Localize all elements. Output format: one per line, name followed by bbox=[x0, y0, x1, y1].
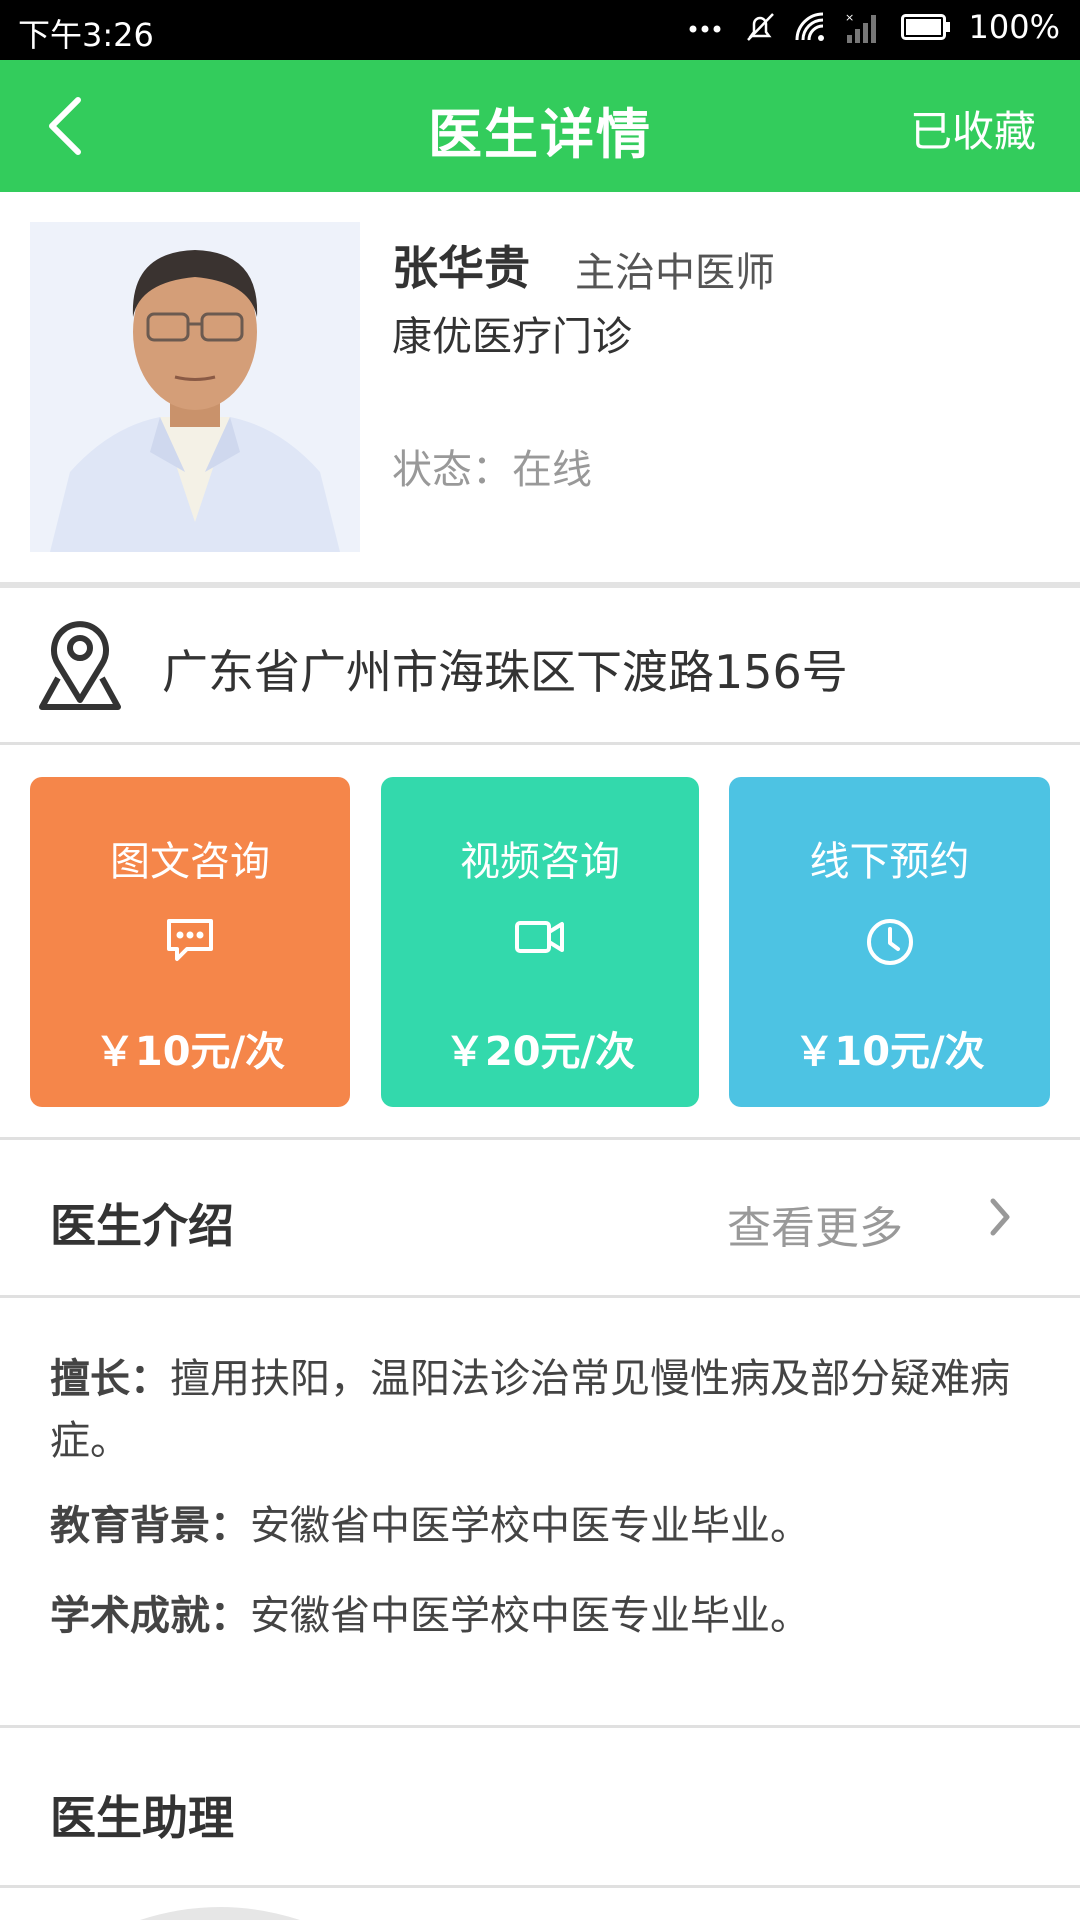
section-title-intro: 医生介绍 bbox=[50, 1199, 234, 1253]
specialty-label: 擅长： bbox=[50, 1356, 170, 1402]
mute-icon bbox=[746, 13, 774, 41]
education-text: 安徽省中医学校中医专业毕业。 bbox=[250, 1503, 810, 1549]
service-label: 图文咨询 bbox=[110, 839, 270, 885]
service-card-video-consult[interactable]: 视频咨询 ￥20元/次 bbox=[381, 777, 699, 1107]
wifi-icon bbox=[795, 12, 824, 41]
more-dots-icon bbox=[689, 25, 721, 33]
service-price: ￥10元/次 bbox=[794, 1029, 985, 1075]
specialty-text: 擅用扶阳，温阳法诊治常见慢性病及部分疑难病症。 bbox=[50, 1356, 1010, 1464]
favorite-button[interactable]: 已收藏 bbox=[910, 98, 1036, 159]
divider bbox=[0, 1885, 1080, 1888]
signal-icon: × bbox=[845, 11, 876, 43]
doctor-card: 张华贵 主治中医师 康优医疗门诊 状态：在线 bbox=[0, 192, 1080, 582]
video-icon bbox=[515, 921, 564, 953]
service-card-text-consult[interactable]: 图文咨询 ￥10元/次 bbox=[30, 777, 350, 1107]
status-time: 下午3:26 bbox=[18, 16, 154, 54]
doctor-name: 张华贵 bbox=[392, 241, 530, 295]
achievement-label: 学术成就： bbox=[50, 1593, 250, 1639]
achievement-paragraph: 学术成就：安徽省中医学校中医专业毕业。 bbox=[50, 1585, 1030, 1647]
divider bbox=[0, 742, 1080, 745]
doctor-clinic: 康优医疗门诊 bbox=[392, 314, 632, 360]
battery-percent: 100% bbox=[968, 8, 1060, 46]
service-label: 线下预约 bbox=[809, 839, 970, 885]
address-row[interactable]: 广东省广州市海珠区下渡路156号 bbox=[0, 588, 1080, 742]
service-card-offline-booking[interactable]: 线下预约 ￥10元/次 bbox=[729, 777, 1050, 1107]
doctor-status: 状态：在线 bbox=[392, 447, 592, 493]
divider bbox=[0, 1725, 1080, 1728]
achievement-text: 安徽省中医学校中医专业毕业。 bbox=[250, 1593, 810, 1639]
battery-icon bbox=[900, 14, 950, 40]
chevron-right-icon[interactable] bbox=[985, 1195, 1015, 1239]
view-more-link[interactable]: 查看更多 bbox=[727, 1192, 903, 1256]
doctor-title: 主治中医师 bbox=[575, 250, 775, 296]
status-bar: 下午3:26 × 100% bbox=[0, 0, 1080, 60]
location-pin-icon bbox=[39, 621, 121, 710]
section-title-assistant: 医生助理 bbox=[50, 1791, 234, 1845]
divider bbox=[0, 1295, 1080, 1298]
intro-header: 医生介绍 查看更多 bbox=[0, 1140, 1080, 1295]
clock-icon bbox=[866, 919, 913, 965]
top-bar: 医生详情 已收藏 bbox=[0, 60, 1080, 192]
service-price: ￥20元/次 bbox=[444, 1029, 636, 1075]
education-paragraph: 教育背景：安徽省中医学校中医专业毕业。 bbox=[50, 1495, 1030, 1557]
svg-text:×: × bbox=[845, 11, 854, 24]
chat-icon bbox=[167, 919, 213, 961]
service-label: 视频咨询 bbox=[460, 839, 620, 885]
education-label: 教育背景： bbox=[50, 1503, 250, 1549]
assistant-avatar bbox=[140, 1907, 300, 1920]
address-text: 广东省广州市海珠区下渡路156号 bbox=[162, 645, 848, 699]
service-price: ￥10元/次 bbox=[94, 1029, 286, 1075]
status-icons: × 100% bbox=[689, 8, 1060, 46]
doctor-photo bbox=[30, 222, 360, 552]
specialty-paragraph: 擅长：擅用扶阳，温阳法诊治常见慢性病及部分疑难病症。 bbox=[50, 1348, 1030, 1472]
